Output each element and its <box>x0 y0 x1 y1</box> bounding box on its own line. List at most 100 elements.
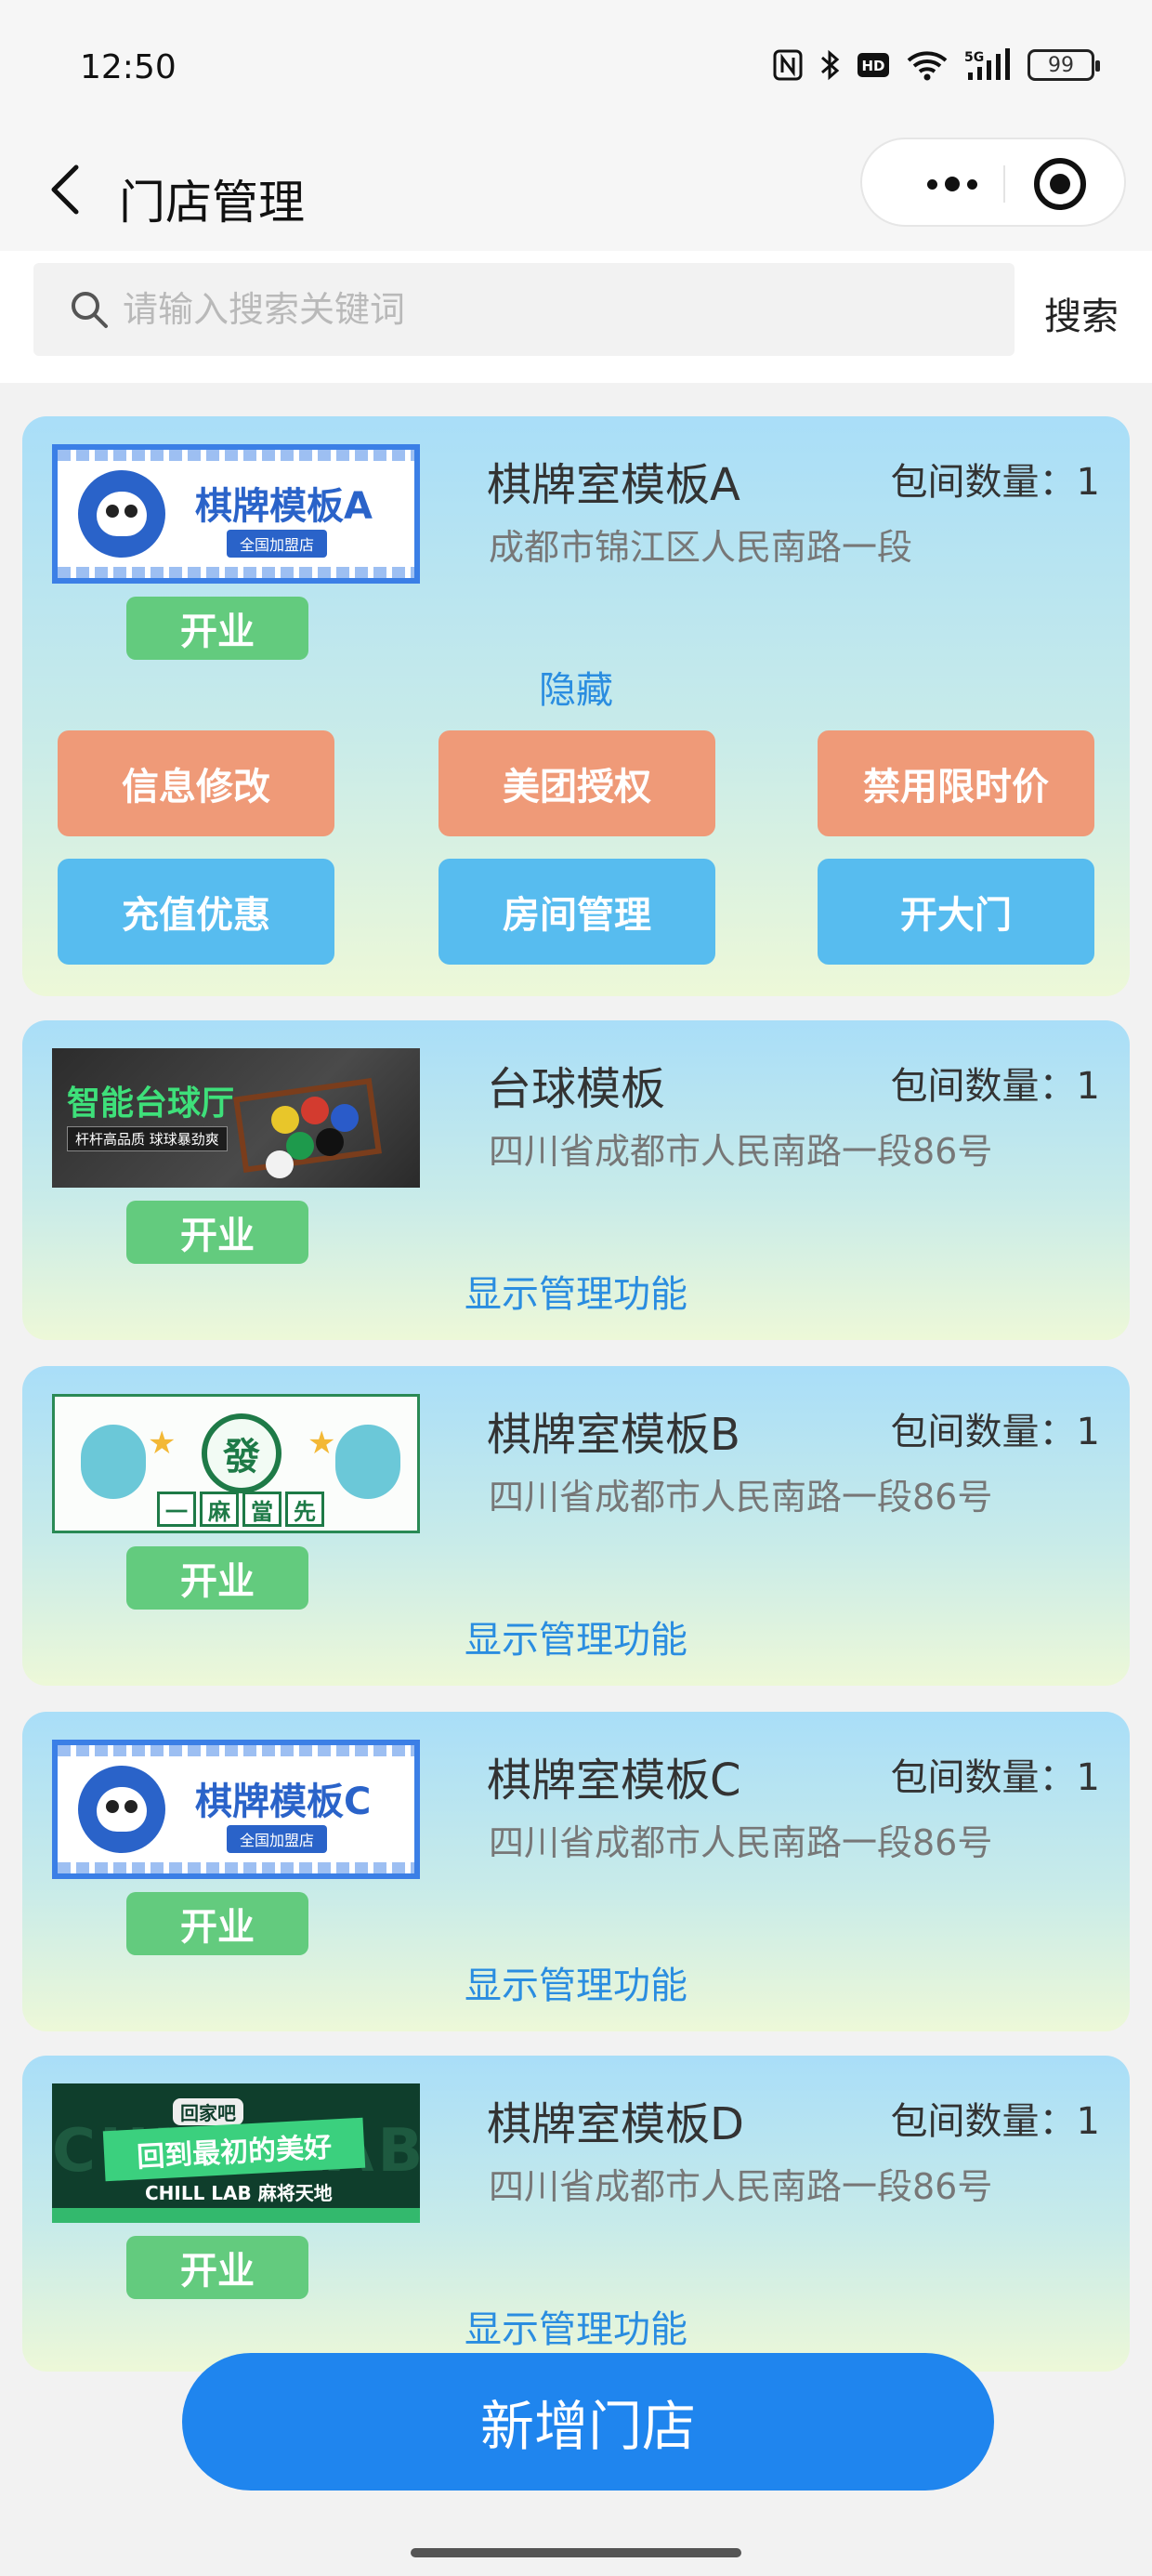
thumbnail-title: 發 <box>202 1413 281 1493</box>
store-name: 棋牌室模板A <box>487 459 740 511</box>
room-count: 包间数量：1 <box>891 452 1100 506</box>
svg-text:HD: HD <box>861 58 884 74</box>
more-button[interactable] <box>901 164 1003 204</box>
search-icon <box>72 292 108 328</box>
svg-text:5G: 5G <box>964 50 984 65</box>
toggle-manage-link[interactable]: 显示管理功能 <box>22 2299 1130 2353</box>
more-dot-icon <box>967 178 977 190</box>
status-badge[interactable]: 开业 <box>126 1546 308 1610</box>
hd-icon: HD <box>857 46 890 84</box>
billiard-ball-icon <box>316 1128 344 1156</box>
store-name: 棋牌室模板C <box>487 1755 741 1807</box>
store-address: 成都市锦江区人民南路一段 <box>489 527 913 568</box>
store-thumbnail: ★ 發 一 麻 當 先 ★ <box>52 1394 420 1533</box>
thumbnail-title: 棋牌模板C <box>195 1781 372 1823</box>
battery-icon: 99 <box>1028 49 1100 81</box>
status-badge[interactable]: 开业 <box>126 1892 308 1955</box>
billiard-ball-icon <box>301 1097 329 1124</box>
miniprogram-capsule <box>860 138 1126 227</box>
more-dot-icon <box>927 178 937 190</box>
thumbnail-title: 智能台球厅 <box>67 1084 235 1123</box>
store-thumbnail: 棋牌模板C 全国加盟店 <box>52 1740 420 1879</box>
room-count-value: 1 <box>1076 2100 1100 2143</box>
store-card: ★ 發 一 麻 當 先 ★ 开业 棋牌室模板B 包间数量：1 四川省成都市人民南… <box>22 1366 1130 1686</box>
toggle-manage-link[interactable]: 隐藏 <box>22 660 1130 714</box>
store-name: 棋牌室模板D <box>487 2098 744 2150</box>
room-manage-button[interactable]: 房间管理 <box>439 859 715 965</box>
open-door-button[interactable]: 开大门 <box>818 859 1094 965</box>
thumbnail-subtitle: 全国加盟店 <box>227 530 328 558</box>
search-box[interactable] <box>33 263 1015 356</box>
status-icons: HD 5G 99 <box>773 46 1100 84</box>
mahjong-tile: 先 <box>285 1492 324 1527</box>
room-count: 包间数量：1 <box>891 1747 1100 1801</box>
thumbnail-subtitle: CHILL LAB 麻将天地 <box>145 2182 333 2204</box>
store-thumbnail: 智能台球厅 杆杆高品质 球球暴劲爽 <box>52 1048 420 1188</box>
room-count-label: 包间数量： <box>890 1756 1077 1799</box>
thumbnail-bar <box>52 2208 420 2223</box>
billiard-ball-icon <box>331 1104 359 1132</box>
toggle-manage-link[interactable]: 显示管理功能 <box>22 1610 1130 1663</box>
thumbnail-small-text: 回家吧 <box>173 2098 243 2125</box>
room-count-value: 1 <box>1076 1756 1100 1799</box>
store-address: 四川省成都市人民南路一段86号 <box>489 1477 993 1518</box>
back-button[interactable] <box>41 162 87 217</box>
store-address: 四川省成都市人民南路一段86号 <box>489 2166 993 2207</box>
billiard-ball-icon <box>266 1150 294 1178</box>
nav-bar: 门店管理 <box>0 130 1152 251</box>
status-badge[interactable]: 开业 <box>126 597 308 660</box>
home-indicator[interactable] <box>411 2548 741 2557</box>
room-count-label: 包间数量： <box>890 461 1077 504</box>
room-count: 包间数量：1 <box>891 1401 1100 1455</box>
toggle-manage-link[interactable]: 显示管理功能 <box>22 1955 1130 2009</box>
store-thumbnail: 棋牌模板A 全国加盟店 <box>52 444 420 584</box>
room-count-label: 包间数量： <box>890 1411 1077 1453</box>
room-count-label: 包间数量： <box>890 2100 1077 2143</box>
close-miniprogram-button[interactable] <box>1034 158 1086 210</box>
status-badge[interactable]: 开业 <box>126 1201 308 1264</box>
store-card: 棋牌模板A 全国加盟店 开业 棋牌室模板A 包间数量：1 成都市锦江区人民南路一… <box>22 416 1130 996</box>
star-icon: ★ <box>308 1425 336 1462</box>
mahjong-tile: 當 <box>242 1492 281 1527</box>
status-badge[interactable]: 开业 <box>126 2236 308 2299</box>
mahjong-tile: 麻 <box>200 1492 239 1527</box>
target-icon <box>1050 174 1070 194</box>
star-icon: ★ <box>148 1425 177 1462</box>
store-card: CHILL LAB 回家吧 回到最初的美好 CHILL LAB 麻将天地 开业 … <box>22 2056 1130 2372</box>
room-count: 包间数量：1 <box>891 2091 1100 2145</box>
room-count: 包间数量：1 <box>891 1056 1100 1110</box>
room-count-value: 1 <box>1076 461 1100 504</box>
store-address: 四川省成都市人民南路一段86号 <box>489 1822 993 1863</box>
add-store-button[interactable]: 新增门店 <box>182 2353 994 2491</box>
bluetooth-icon <box>819 46 840 84</box>
status-bar: 12:50 HD 5G 99 <box>0 0 1152 130</box>
store-address: 四川省成都市人民南路一段86号 <box>489 1131 993 1172</box>
edit-info-button[interactable]: 信息修改 <box>58 730 334 836</box>
more-dot-icon <box>945 177 960 191</box>
page-title: 门店管理 <box>119 176 305 230</box>
mahjong-tile: 一 <box>157 1492 196 1527</box>
mahjong-tiles: 一 麻 當 先 <box>157 1492 324 1527</box>
capsule-divider <box>1003 165 1005 203</box>
store-thumbnail: CHILL LAB 回家吧 回到最初的美好 CHILL LAB 麻将天地 <box>52 2083 420 2223</box>
room-count-value: 1 <box>1076 1065 1100 1108</box>
wifi-icon <box>907 46 948 84</box>
room-count-value: 1 <box>1076 1411 1100 1453</box>
search-input[interactable] <box>123 282 959 337</box>
thumbnail-subtitle: 杆杆高品质 球球暴劲爽 <box>67 1126 228 1151</box>
thumbnail-subtitle: 全国加盟店 <box>227 1825 328 1853</box>
panda-logo-icon <box>78 470 165 558</box>
room-count-label: 包间数量： <box>890 1065 1077 1108</box>
toggle-manage-link[interactable]: 显示管理功能 <box>22 1264 1130 1318</box>
billiard-ball-icon <box>271 1106 299 1134</box>
search-button[interactable]: 搜索 <box>1044 286 1119 340</box>
nfc-icon <box>773 46 803 84</box>
recharge-offer-button[interactable]: 充值优惠 <box>58 859 334 965</box>
thumbnail-title: 棋牌模板A <box>195 485 373 528</box>
disable-limited-price-button[interactable]: 禁用限时价 <box>818 730 1094 836</box>
search-bar: 搜索 <box>0 251 1152 383</box>
chevron-left-icon <box>51 164 79 215</box>
dragon-mascot-icon <box>81 1425 146 1499</box>
meituan-auth-button[interactable]: 美团授权 <box>439 730 715 836</box>
dragon-mascot-icon <box>335 1425 400 1499</box>
